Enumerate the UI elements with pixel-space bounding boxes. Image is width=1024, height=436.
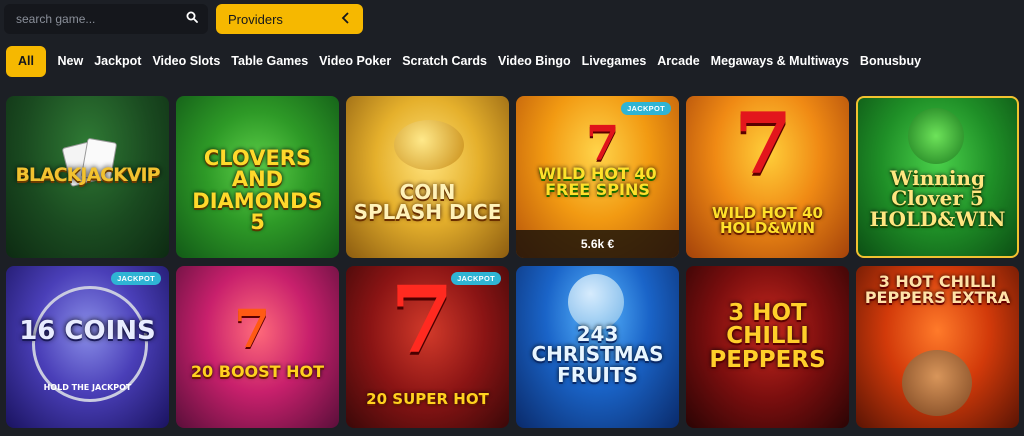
tab-bonusbuy[interactable]: Bonusbuy <box>854 46 926 77</box>
game-title: COIN SPLASH DICE <box>353 180 502 225</box>
search-bar <box>4 4 208 34</box>
search-icon[interactable] <box>186 10 198 28</box>
game-title: 20 BOOST HOT <box>190 362 325 381</box>
game-title: 16 COINS <box>19 316 156 346</box>
tab-new[interactable]: New <box>52 46 89 77</box>
tab-jackpot[interactable]: Jackpot <box>89 46 147 77</box>
game-title: Winning Clover 5 HOLD&WIN <box>869 166 1006 231</box>
game-tile-wild-hot-40-free-spins[interactable]: 7 JACKPOT WILD HOT 40 FREE SPINS 5.6k € <box>516 96 679 258</box>
providers-dropdown[interactable]: Providers <box>216 4 363 34</box>
providers-label: Providers <box>228 11 283 27</box>
game-title: WILD HOT 40 HOLD&WIN <box>712 204 823 238</box>
game-subtitle: HOLD THE JACKPOT <box>43 383 132 392</box>
game-title: 3 HOT CHILLI PEPPERS EXTRA <box>864 272 1011 308</box>
game-tile-16-coins[interactable]: JACKPOT 16 COINS HOLD THE JACKPOT <box>6 266 169 428</box>
game-tile-winning-clover-5[interactable]: Winning Clover 5 HOLD&WIN <box>856 96 1019 258</box>
game-tile-243-christmas-fruits[interactable]: 243 CHRISTMAS FRUITS <box>516 266 679 428</box>
jackpot-badge: JACKPOT <box>621 102 671 115</box>
tab-video-bingo[interactable]: Video Bingo <box>492 46 576 77</box>
tab-scratch-cards[interactable]: Scratch Cards <box>397 46 493 77</box>
category-tabs: All New Jackpot Video Slots Table Games … <box>6 46 927 77</box>
game-title: 3 HOT CHILLI PEPPERS <box>709 300 826 373</box>
game-tile-wild-hot-40-hold-win[interactable]: 7 WILD HOT 40 HOLD&WIN <box>686 96 849 258</box>
tab-table-games[interactable]: Table Games <box>226 46 314 77</box>
game-tile-coin-splash-dice[interactable]: COIN SPLASH DICE <box>346 96 509 258</box>
game-tile-3-hot-chilli-peppers[interactable]: 3 HOT CHILLI PEPPERS <box>686 266 849 428</box>
game-tile-20-super-hot[interactable]: 7 JACKPOT 20 SUPER HOT <box>346 266 509 428</box>
game-tile-3-hot-chilli-peppers-extra[interactable]: 3 HOT CHILLI PEPPERS EXTRA <box>856 266 1019 428</box>
tab-arcade[interactable]: Arcade <box>652 46 705 77</box>
jackpot-amount: 5.6k € <box>516 230 679 258</box>
game-title: 243 CHRISTMAS FRUITS <box>531 322 664 387</box>
game-title: CLOVERS AND DIAMONDS 5 <box>192 146 323 235</box>
game-title: WILD HOT 40 FREE SPINS <box>538 164 657 200</box>
chevron-left-icon <box>341 11 351 27</box>
game-tile-blackjack-vip[interactable]: BLACKJACKVIP <box>6 96 169 258</box>
jackpot-badge: JACKPOT <box>451 272 501 285</box>
tab-video-slots[interactable]: Video Slots <box>147 46 226 77</box>
game-title: BLACKJACKVIP <box>15 164 160 186</box>
game-title: 20 SUPER HOT <box>366 390 489 408</box>
tab-livegames[interactable]: Livegames <box>576 46 652 77</box>
tab-megaways[interactable]: Megaways & Multiways <box>705 46 854 77</box>
tab-video-poker[interactable]: Video Poker <box>314 46 397 77</box>
game-tile-clovers-diamonds[interactable]: CLOVERS AND DIAMONDS 5 <box>176 96 339 258</box>
game-tile-20-boost-hot[interactable]: 7 20 BOOST HOT <box>176 266 339 428</box>
tab-all[interactable]: All <box>6 46 46 77</box>
search-input[interactable] <box>14 11 186 27</box>
jackpot-badge: JACKPOT <box>111 272 161 285</box>
